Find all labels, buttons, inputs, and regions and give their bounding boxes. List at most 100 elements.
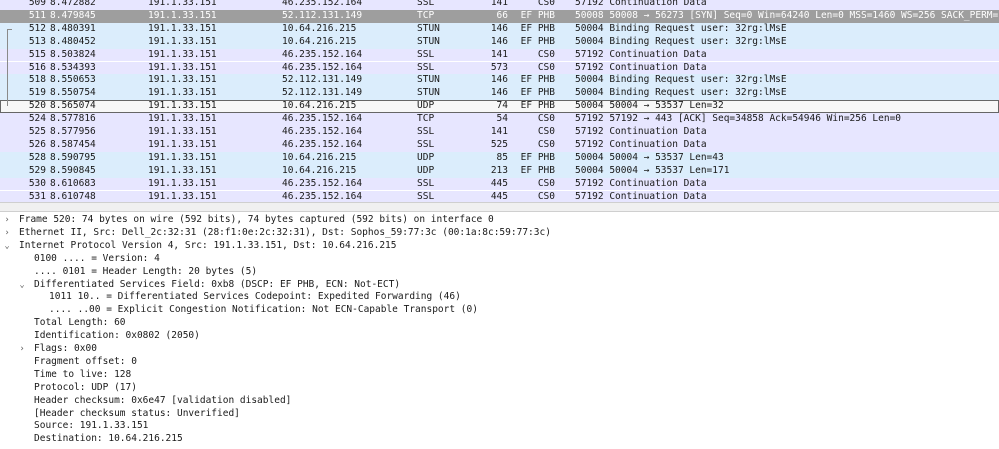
pane-splitter[interactable] xyxy=(0,202,999,212)
packet-info: 57192 Continuation Data xyxy=(575,126,707,137)
packet-destination: 46.235.152.164 xyxy=(282,48,363,60)
detail-tree-item[interactable]: › Frame 520: 74 bytes on wire (592 bits),… xyxy=(0,214,999,227)
detail-tree-item[interactable]: 1011 10.. = Differentiated Services Code… xyxy=(0,291,999,304)
packet-list[interactable]: 509 8.472882 191.1.33.151 46.235.152.164 SSL… xyxy=(0,0,999,202)
packet-number: 526 xyxy=(28,138,46,150)
packet-protocol: SSL xyxy=(417,190,435,202)
packet-time: 8.550754 xyxy=(50,87,96,99)
packet-number: 531 xyxy=(28,190,46,202)
packet-time: 8.587454 xyxy=(50,138,96,150)
packet-source: 191.1.33.151 xyxy=(148,74,217,86)
packet-time: 8.610683 xyxy=(50,177,96,189)
packet-protocol: TCP xyxy=(417,9,435,21)
packet-time: 8.590845 xyxy=(50,164,96,176)
packet-destination: 10.64.216.215 xyxy=(282,35,357,47)
packet-source: 191.1.33.151 xyxy=(148,164,217,176)
packet-protocol: UDP xyxy=(417,151,435,163)
packet-info: 57192 Continuation Data xyxy=(575,48,707,60)
packet-length: 445 xyxy=(490,177,508,189)
packet-number: 509 xyxy=(28,0,46,8)
packet-number: 511 xyxy=(28,9,46,21)
packet-length: 66 xyxy=(496,9,508,21)
detail-tree-item[interactable]: .... ..00 = Explicit Congestion Notifica… xyxy=(0,304,999,317)
detail-tree-item[interactable]: Fragment offset: 0 xyxy=(0,356,999,369)
packet-row[interactable]: 509 8.472882 191.1.33.151 46.235.152.164 SSL… xyxy=(0,0,999,10)
detail-tree-item[interactable]: Identification: 0x0802 (2050) xyxy=(0,330,999,343)
packet-row[interactable]: 531 8.610748 191.1.33.151 46.235.152.164 SSL… xyxy=(0,190,999,202)
detail-tree-item[interactable]: Source: 191.1.33.151 xyxy=(0,420,999,433)
expand-arrow-icon[interactable]: › xyxy=(17,343,27,356)
detail-tree-item[interactable]: 0100 .... = Version: 4 xyxy=(0,253,999,266)
packet-row[interactable]: 511 8.479845 191.1.33.151 52.112.131.149 TCP… xyxy=(0,9,999,23)
packet-time: 8.534393 xyxy=(50,61,96,73)
packet-row[interactable]: 515 8.503824 191.1.33.151 46.235.152.164 SSL… xyxy=(0,48,999,62)
packet-destination: 10.64.216.215 xyxy=(282,22,357,34)
detail-tree-label: Differentiated Services Field: 0xb8 (DSC… xyxy=(34,278,401,290)
packet-time: 8.480391 xyxy=(50,22,96,34)
packet-protocol: SSL xyxy=(417,0,435,8)
packet-length: 141 xyxy=(490,0,508,8)
packet-protocol: SSL xyxy=(417,177,435,189)
detail-tree-item[interactable]: ⌄ Differentiated Services Field: 0xb8 (DS… xyxy=(0,279,999,292)
packet-dscp: EF PHB xyxy=(520,87,555,99)
packet-info: 50004 Binding Request user: 32rg:lMsE xyxy=(575,87,787,99)
packet-dscp: EF PHB xyxy=(520,9,555,21)
packet-row[interactable]: 524 8.577816 191.1.33.151 46.235.152.164 TCP… xyxy=(0,113,999,126)
detail-tree-item[interactable]: Time to live: 128 xyxy=(0,369,999,382)
packet-source: 191.1.33.151 xyxy=(148,48,217,60)
detail-tree-item[interactable]: Destination: 10.64.216.215 xyxy=(0,433,999,446)
packet-length: 146 xyxy=(490,35,508,47)
packet-dscp: CS0 xyxy=(537,113,555,125)
packet-number: 530 xyxy=(28,177,46,189)
packet-length: 74 xyxy=(496,100,508,112)
detail-tree-label: .... 0101 = Header Length: 20 bytes (5) xyxy=(34,265,258,277)
packet-row[interactable]: 519 8.550754 191.1.33.151 52.112.131.149 STU… xyxy=(0,87,999,101)
detail-tree-item[interactable]: ⌄ Internet Protocol Version 4, Src: 191.1… xyxy=(0,240,999,253)
packet-protocol: SSL xyxy=(417,61,435,73)
packet-dscp: CS0 xyxy=(537,190,555,202)
packet-dscp: CS0 xyxy=(537,48,555,60)
packet-destination: 10.64.216.215 xyxy=(282,151,357,163)
collapse-arrow-icon[interactable]: ⌄ xyxy=(17,279,27,292)
detail-tree-item[interactable]: .... 0101 = Header Length: 20 bytes (5) xyxy=(0,266,999,279)
packet-row[interactable]: 513 8.480452 191.1.33.151 10.64.216.215 STUN… xyxy=(0,35,999,49)
detail-tree-item[interactable]: Total Length: 60 xyxy=(0,317,999,330)
packet-dscp: EF PHB xyxy=(520,74,555,86)
packet-row[interactable]: 528 8.590795 191.1.33.151 10.64.216.215 UDP 8… xyxy=(0,151,999,165)
packet-row[interactable]: 520 8.565074 191.1.33.151 10.64.216.215 UDP 7… xyxy=(0,100,999,114)
detail-tree-label: Total Length: 60 xyxy=(34,317,126,329)
expand-arrow-icon[interactable]: › xyxy=(2,227,12,240)
detail-tree-item[interactable]: Protocol: UDP (17) xyxy=(0,382,999,395)
detail-tree-item[interactable]: › Flags: 0x00 xyxy=(0,343,999,356)
detail-tree-label: 1011 10.. = Differentiated Services Code… xyxy=(49,291,461,303)
packet-destination: 10.64.216.215 xyxy=(282,164,357,176)
detail-tree-label: Fragment offset: 0 xyxy=(34,355,137,367)
packet-dscp: CS0 xyxy=(537,126,555,137)
packet-time: 8.503824 xyxy=(50,48,96,60)
packet-row[interactable]: 516 8.534393 191.1.33.151 46.235.152.164 SSL… xyxy=(0,61,999,75)
detail-tree-item[interactable]: [Header checksum status: Unverified] xyxy=(0,408,999,421)
packet-destination: 46.235.152.164 xyxy=(282,61,363,73)
packet-row[interactable]: 529 8.590845 191.1.33.151 10.64.216.215 UDP 2… xyxy=(0,164,999,178)
packet-length: 525 xyxy=(490,138,508,150)
packet-row[interactable]: 526 8.587454 191.1.33.151 46.235.152.164 SSL… xyxy=(0,138,999,152)
collapse-arrow-icon[interactable]: ⌄ xyxy=(2,240,12,253)
detail-tree-item[interactable]: › Ethernet II, Src: Dell_2c:32:31 (28:f1:… xyxy=(0,227,999,240)
packet-row[interactable]: 512 8.480391 191.1.33.151 10.64.216.215 STUN… xyxy=(0,22,999,36)
packet-protocol: STUN xyxy=(417,22,440,34)
packet-row[interactable]: 525 8.577956 191.1.33.151 46.235.152.164 SSL… xyxy=(0,126,999,139)
packet-dscp: CS0 xyxy=(537,61,555,73)
packet-destination: 46.235.152.164 xyxy=(282,138,363,150)
packet-length: 85 xyxy=(496,151,508,163)
packet-details-tree[interactable]: › Frame 520: 74 bytes on wire (592 bits),… xyxy=(0,212,999,449)
packet-time: 8.577816 xyxy=(50,113,96,125)
packet-info: 57192 57192 → 443 [ACK] Seq=34858 Ack=54… xyxy=(575,113,902,125)
related-packet-bracket-end xyxy=(7,28,12,30)
expand-arrow-icon[interactable]: › xyxy=(2,214,12,227)
packet-row[interactable]: 518 8.550653 191.1.33.151 52.112.131.149 STU… xyxy=(0,74,999,88)
detail-tree-label: Internet Protocol Version 4, Src: 191.1.… xyxy=(19,239,397,251)
packet-time: 8.610748 xyxy=(50,190,96,202)
detail-tree-item[interactable]: Header checksum: 0x6e47 [validation disa… xyxy=(0,395,999,408)
packet-row[interactable]: 530 8.610683 191.1.33.151 46.235.152.164 SSL… xyxy=(0,177,999,191)
packet-destination: 52.112.131.149 xyxy=(282,9,363,21)
